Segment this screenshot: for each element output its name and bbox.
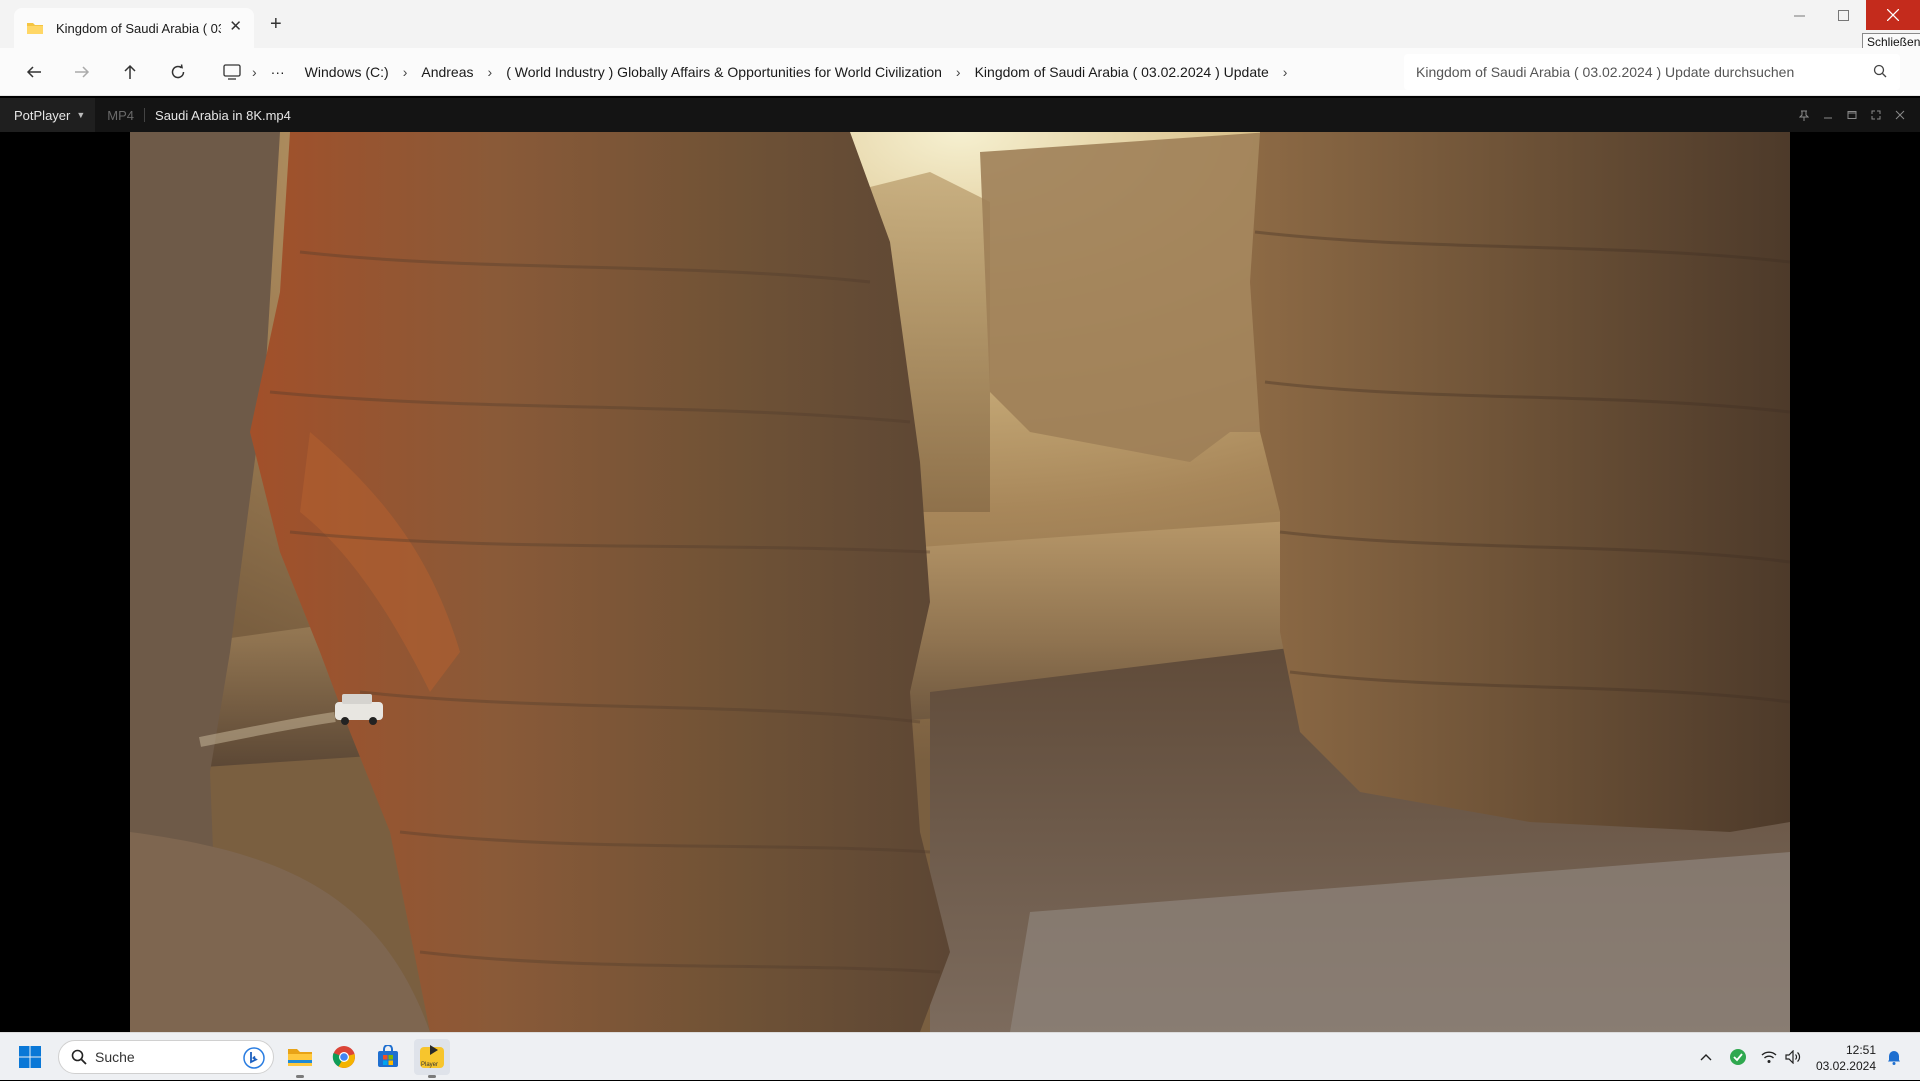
chevron-right-icon[interactable]: › xyxy=(399,64,412,80)
video-filename: Saudi Arabia in 8K.mp4 xyxy=(155,107,291,123)
up-button[interactable] xyxy=(118,60,142,84)
potplayer-icon-label: Player xyxy=(421,1062,439,1068)
potplayer-titlebar: PotPlayer ▼ MP4 Saudi Arabia in 8K.mp4 xyxy=(0,98,1920,132)
close-button[interactable] xyxy=(1866,0,1920,30)
fullscreen-icon xyxy=(1871,110,1881,120)
windows-start-icon[interactable] xyxy=(18,1045,42,1069)
forward-button[interactable] xyxy=(70,60,94,84)
taskbar-potplayer[interactable]: Player xyxy=(414,1039,450,1078)
breadcrumb-folder[interactable]: ( World Industry ) Globally Affairs & Op… xyxy=(496,64,952,80)
speaker-icon xyxy=(1785,1050,1801,1064)
chrome-icon xyxy=(332,1046,355,1068)
breadcrumb-user[interactable]: Andreas xyxy=(411,64,483,80)
title-bar: Kingdom of Saudi Arabia ( 03.02.2024 ) U… xyxy=(0,0,1920,52)
video-frame[interactable] xyxy=(130,132,1790,1032)
chevron-right-icon[interactable]: › xyxy=(484,64,497,80)
potplayer-menu-button[interactable]: PotPlayer ▼ xyxy=(0,98,96,132)
notifications-button[interactable] xyxy=(1882,1033,1906,1081)
microsoft-store-icon xyxy=(378,1045,398,1067)
folder-search-input[interactable]: Kingdom of Saudi Arabia ( 03.02.2024 ) U… xyxy=(1404,54,1900,90)
file-explorer-icon xyxy=(288,1049,312,1066)
clock-time: 12:51 xyxy=(1845,1043,1876,1057)
running-indicator xyxy=(296,1075,304,1078)
breadcrumb[interactable]: › ··· Windows (C:) › Andreas › ( World I… xyxy=(210,54,1398,90)
chevron-right-icon[interactable]: › xyxy=(1279,64,1292,80)
arrow-left-icon xyxy=(26,66,41,78)
minimize-icon xyxy=(1824,117,1832,119)
shield-check-icon xyxy=(1730,1049,1746,1065)
file-format-label: MP4 xyxy=(107,107,135,123)
maximize-button[interactable] xyxy=(1820,0,1866,30)
running-indicator xyxy=(428,1075,436,1078)
pin-button[interactable] xyxy=(1792,98,1816,132)
taskbar: Suche Player 12:51 03.02.2024 xyxy=(0,1032,1920,1080)
network-button[interactable] xyxy=(1758,1033,1780,1081)
tab-close-icon[interactable]: ✕ xyxy=(229,19,242,35)
close-icon xyxy=(1887,9,1899,21)
player-close-button[interactable] xyxy=(1888,98,1912,132)
arrow-right-icon xyxy=(75,66,90,78)
arrow-up-icon xyxy=(124,64,136,79)
desert-canyon-video-frame xyxy=(130,132,1790,1032)
computer-icon[interactable] xyxy=(222,62,242,82)
search-icon xyxy=(71,1049,87,1065)
new-tab-button[interactable]: + xyxy=(270,14,282,34)
pin-icon xyxy=(1799,110,1809,121)
bing-icon[interactable] xyxy=(243,1047,265,1069)
clock[interactable]: 12:51 03.02.2024 xyxy=(1800,1042,1876,1074)
security-tray-button[interactable] xyxy=(1726,1033,1750,1081)
minimize-button[interactable] xyxy=(1776,0,1822,30)
breadcrumb-drive[interactable]: Windows (C:) xyxy=(295,64,399,80)
refresh-button[interactable] xyxy=(166,60,190,84)
search-placeholder: Kingdom of Saudi Arabia ( 03.02.2024 ) U… xyxy=(1416,64,1795,80)
taskbar-file-explorer[interactable] xyxy=(282,1039,318,1078)
wifi-icon xyxy=(1761,1051,1777,1063)
more-crumbs-button[interactable]: ··· xyxy=(261,64,295,80)
chevron-up-icon xyxy=(1700,1054,1712,1061)
player-maximize-button[interactable] xyxy=(1840,98,1864,132)
address-toolbar: › ··· Windows (C:) › Andreas › ( World I… xyxy=(0,48,1920,96)
back-button[interactable] xyxy=(22,60,46,84)
video-area[interactable] xyxy=(0,132,1920,1032)
search-icon xyxy=(1873,64,1887,78)
bell-icon xyxy=(1888,1051,1900,1065)
folder-icon xyxy=(27,23,43,34)
taskbar-search-input[interactable]: Suche xyxy=(58,1040,274,1074)
maximize-icon xyxy=(1847,111,1857,119)
explorer-tab[interactable]: Kingdom of Saudi Arabia ( 03.02.2024 ) U… xyxy=(14,8,254,48)
refresh-icon xyxy=(171,64,185,79)
taskbar-search-label: Suche xyxy=(95,1049,135,1065)
breadcrumb-current[interactable]: Kingdom of Saudi Arabia ( 03.02.2024 ) U… xyxy=(965,64,1279,80)
chevron-right-icon[interactable]: › xyxy=(952,64,965,80)
clock-date: 03.02.2024 xyxy=(1815,1059,1876,1073)
divider xyxy=(144,108,146,122)
player-minimize-button[interactable] xyxy=(1816,98,1840,132)
potplayer-menu-label: PotPlayer xyxy=(14,107,71,123)
show-hidden-icons-button[interactable] xyxy=(1694,1033,1718,1081)
chevron-right-icon[interactable]: › xyxy=(248,64,261,80)
player-window-controls xyxy=(1792,98,1912,132)
taskbar-chrome[interactable] xyxy=(326,1039,362,1075)
player-fullscreen-button[interactable] xyxy=(1864,98,1888,132)
tab-title: Kingdom of Saudi Arabia ( 03.02.2024 ) U… xyxy=(56,20,221,36)
taskbar-store[interactable] xyxy=(370,1039,406,1075)
close-icon xyxy=(1895,110,1905,120)
minimize-icon xyxy=(1793,15,1805,16)
chevron-down-icon: ▼ xyxy=(76,110,86,120)
maximize-icon xyxy=(1837,9,1849,21)
